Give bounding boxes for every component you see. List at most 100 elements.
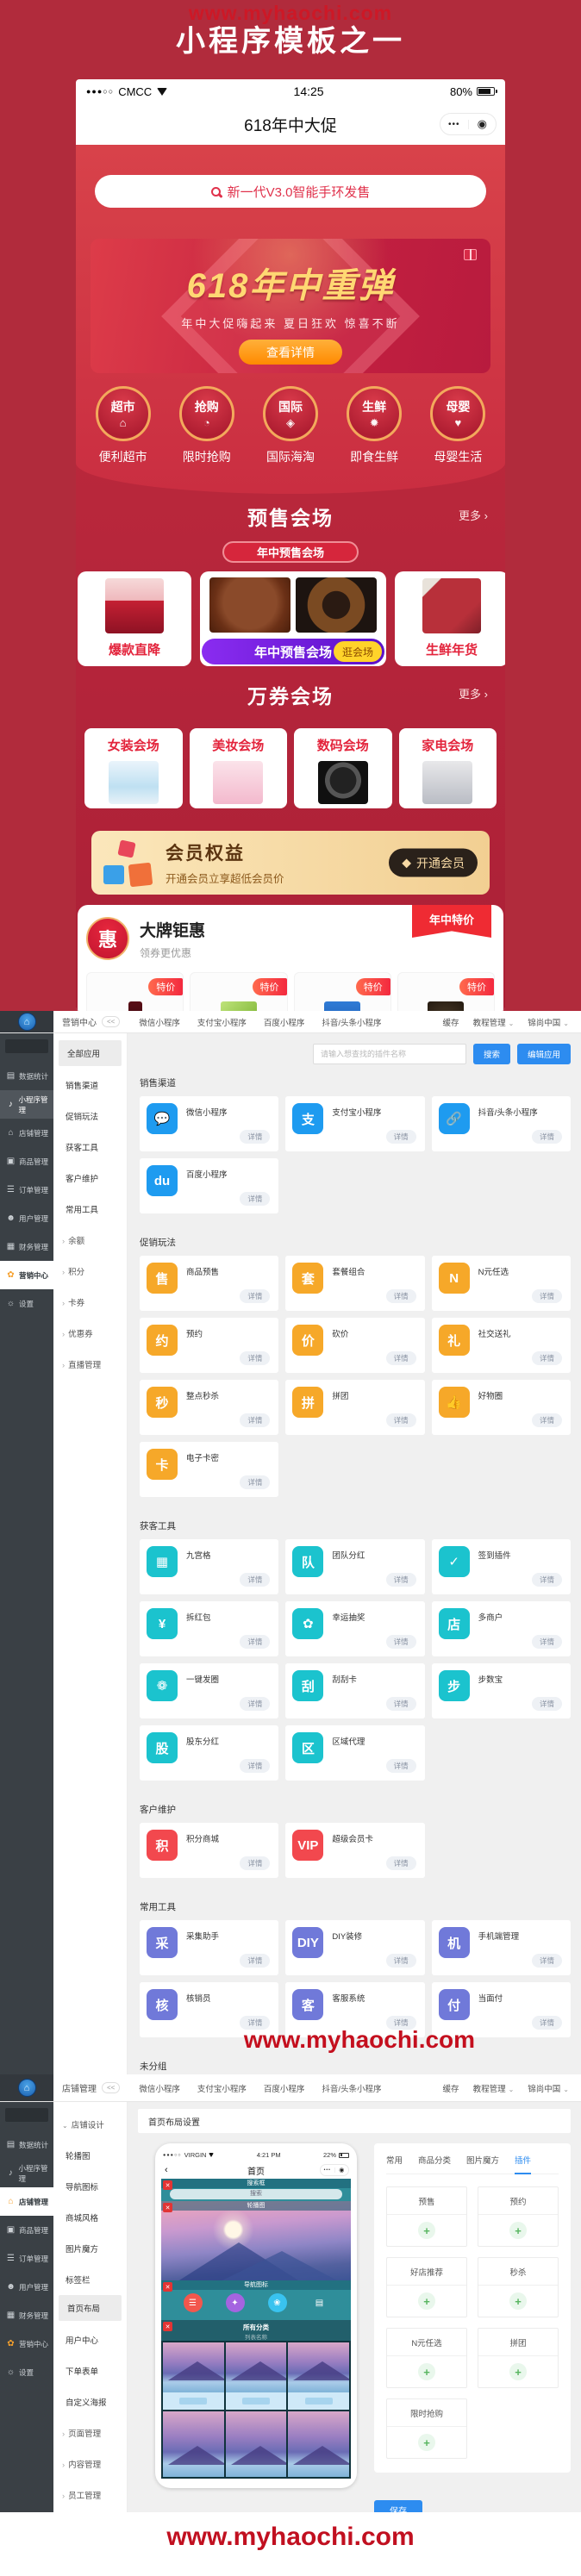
collapse-badge[interactable]: << <box>102 2082 120 2093</box>
vip-banner[interactable]: 会员权益 开通会员立享超低会员价 ◆ 开通会员 <box>91 831 490 895</box>
sidebar-item-stats[interactable]: ▤数据统计 <box>0 2130 53 2159</box>
preview-navicons-block[interactable]: ✕ 导航图标 ☰✦❀▤ <box>161 2280 351 2320</box>
detail-button[interactable]: 详情 <box>240 1413 270 1427</box>
subnav-item-customer[interactable]: 客户维护 <box>53 1163 127 1194</box>
subnav-group-item[interactable]: 员工管理 <box>53 2479 127 2511</box>
app-card[interactable]: ¥ 拆红包 详情 <box>140 1601 278 1656</box>
sidebar-item-finance[interactable]: ▦财务管理 <box>0 2301 53 2330</box>
app-card[interactable]: ✿ 幸运抽奖 详情 <box>285 1601 424 1656</box>
detail-button[interactable]: 详情 <box>240 1759 270 1773</box>
brand-dropdown[interactable]: 锦尚中国 <box>528 1016 569 1028</box>
topbar-tab[interactable]: 微信小程序 <box>139 2082 180 2094</box>
category-circle[interactable]: 生鲜✹ <box>347 386 402 441</box>
topbar-tab[interactable]: 抖音/头条小程序 <box>322 1016 381 1028</box>
add-plugin-button[interactable]: + <box>387 2427 466 2458</box>
detail-button[interactable]: 详情 <box>386 1697 416 1711</box>
preview-grid-tile[interactable] <box>163 2342 224 2410</box>
sidebar-item-marketing[interactable]: ✿营销中心 <box>0 1261 53 1289</box>
subnav-group-item[interactable]: 页面管理 <box>53 2417 127 2448</box>
detail-button[interactable]: 详情 <box>532 1954 562 1968</box>
subnav-item-sales[interactable]: 销售渠道 <box>53 1070 127 1101</box>
category-circle[interactable]: 国际◈ <box>263 386 318 441</box>
app-card[interactable]: 💬 微信小程序 详情 <box>140 1096 278 1151</box>
topbar-tab[interactable]: 抖音/头条小程序 <box>322 2082 381 2094</box>
subnav-group-item[interactable]: 积分 <box>53 1256 127 1287</box>
cache-link[interactable]: 缓存 <box>443 1016 459 1028</box>
panel-tab[interactable]: 插件 <box>515 2154 531 2174</box>
product-tile[interactable]: 特价 <box>397 972 495 1011</box>
app-card[interactable]: 机 手机端管理 详情 <box>432 1920 571 1975</box>
detail-button[interactable]: 详情 <box>240 1475 270 1489</box>
menu-capsule[interactable]: ••• ◉ <box>440 113 497 135</box>
subnav-group-item[interactable]: 余额 <box>53 1225 127 1256</box>
topbar-tab[interactable]: 百度小程序 <box>264 2082 305 2094</box>
more-dots-icon[interactable]: ••• <box>321 2167 335 2173</box>
detail-button[interactable]: 详情 <box>532 1351 562 1365</box>
subnav-item-navicons[interactable]: 导航图标 <box>53 2171 127 2202</box>
delete-icon[interactable]: ✕ <box>163 2322 172 2331</box>
sidebar-item-settings[interactable]: ☼设置 <box>0 2358 53 2386</box>
app-card[interactable]: 拼 拼团 详情 <box>285 1380 424 1435</box>
subnav-item-orderform[interactable]: 下单表单 <box>53 2355 127 2386</box>
menu-capsule[interactable]: ••• ◉ <box>320 2164 349 2176</box>
home-circle-icon[interactable]: ◉ <box>335 2167 349 2174</box>
product-tile[interactable]: 特价 <box>190 972 287 1011</box>
subnav-item-carousel[interactable]: 轮播图 <box>53 2140 127 2171</box>
detail-button[interactable]: 详情 <box>532 1635 562 1649</box>
app-card[interactable]: 礼 社交送礼 详情 <box>432 1318 571 1373</box>
subnav-item-poster[interactable]: 自定义海报 <box>53 2386 127 2417</box>
hall-card[interactable]: 数码会场 <box>294 728 392 808</box>
app-card[interactable]: 刮 刮刮卡 详情 <box>285 1663 424 1718</box>
app-card[interactable]: 区 区域代理 详情 <box>285 1725 424 1781</box>
hall-card[interactable]: 家电会场 <box>399 728 497 808</box>
app-card[interactable]: 套 套餐组合 详情 <box>285 1256 424 1311</box>
detail-button[interactable]: 详情 <box>532 1413 562 1427</box>
app-card[interactable]: 售 商品预售 详情 <box>140 1256 278 1311</box>
detail-button[interactable]: 详情 <box>240 1192 270 1206</box>
app-card[interactable]: 价 砍价 详情 <box>285 1318 424 1373</box>
subnav-group-design[interactable]: 店铺设计 <box>53 2109 127 2140</box>
topbar-menu-label[interactable]: 营销中心 <box>62 1015 97 1028</box>
category-item[interactable]: 生鲜✹ 即食生鲜 <box>334 386 414 465</box>
subnav-group-item[interactable]: 优惠券 <box>53 1318 127 1349</box>
detail-button[interactable]: 详情 <box>532 1573 562 1587</box>
subnav-item-style[interactable]: 商城风格 <box>53 2202 127 2233</box>
brand-dropdown[interactable]: 锦尚中国 <box>528 2082 569 2094</box>
sidebar-item-orders[interactable]: ☰订单管理 <box>0 1176 53 1204</box>
hall-card[interactable]: 女装会场 <box>84 728 183 808</box>
app-card[interactable]: 🔗 抖音/头条小程序 详情 <box>432 1096 571 1151</box>
app-card[interactable]: 👍 好物圈 详情 <box>432 1380 571 1435</box>
search-button[interactable]: 搜索 <box>473 1044 510 1064</box>
sidebar-item-marketing[interactable]: ✿营销中心 <box>0 2330 53 2358</box>
plugin-search-input[interactable] <box>313 1044 466 1064</box>
app-card[interactable]: 采 采集助手 详情 <box>140 1920 278 1975</box>
app-card[interactable]: 店 多商户 详情 <box>432 1601 571 1656</box>
app-card[interactable]: 秒 整点秒杀 详情 <box>140 1380 278 1435</box>
add-plugin-button[interactable]: + <box>387 2215 466 2246</box>
category-item[interactable]: 抢购◔ 限时抢购 <box>167 386 247 465</box>
product-card[interactable]: 生鲜年货 <box>395 571 505 666</box>
product-card[interactable]: 爆款直降 <box>78 571 191 666</box>
detail-button[interactable]: 详情 <box>386 1351 416 1365</box>
sidebar-item-users[interactable]: ☻用户管理 <box>0 1204 53 1232</box>
detail-button[interactable]: 详情 <box>386 1573 416 1587</box>
topbar-tab[interactable]: 百度小程序 <box>264 1016 305 1028</box>
product-tile[interactable]: 特价 <box>86 972 184 1011</box>
sidebar-item-goods[interactable]: ▣商品管理 <box>0 2216 53 2244</box>
subnav-item-tabbar[interactable]: 标签栏 <box>53 2264 127 2295</box>
subnav-group-item[interactable]: 卡券 <box>53 1287 127 1318</box>
detail-button[interactable]: 详情 <box>386 1130 416 1144</box>
search-bar[interactable]: 新一代V3.0智能手环发售 <box>95 175 486 208</box>
app-card[interactable]: 股 股东分红 详情 <box>140 1725 278 1781</box>
category-item[interactable]: 母婴♥ 母婴生活 <box>418 386 497 465</box>
sidebar-item-finance[interactable]: ▦财务管理 <box>0 1232 53 1261</box>
tutorial-dropdown[interactable]: 教程管理 <box>473 2082 515 2094</box>
app-card[interactable]: du 百度小程序 详情 <box>140 1158 278 1213</box>
topbar-tab[interactable]: 微信小程序 <box>139 1016 180 1028</box>
cache-link[interactable]: 缓存 <box>443 2082 459 2094</box>
panel-tab[interactable]: 常用 <box>386 2154 403 2174</box>
home-circle-icon[interactable]: ◉ <box>469 117 497 131</box>
panel-tab[interactable]: 图片魔方 <box>466 2154 499 2174</box>
detail-button[interactable]: 详情 <box>532 1289 562 1303</box>
collapse-badge[interactable]: << <box>102 1016 120 1027</box>
